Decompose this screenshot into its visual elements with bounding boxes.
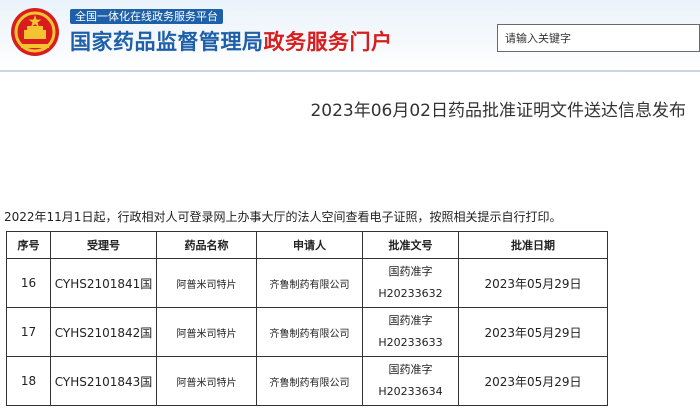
notice-text: 2022年11月1日起，行政相对人可登录网上办事大厅的法人空间查看电子证照，按照… [4,210,562,224]
cell-accept-no: CYHS2101841国 [50,258,157,308]
table-header-row: 序号 受理号 药品名称 申请人 批准文号 批准日期 [6,231,608,259]
cell-no: 17 [6,307,51,357]
page-title: 2023年06月02日药品批准证明文件送达信息发布 [310,101,686,121]
col-header-drug-name: 药品名称 [156,231,257,259]
col-header-approval-no: 批准文号 [362,231,459,259]
cell-drug-name: 阿普米司特片 [156,356,257,406]
table-row: 17 CYHS2101842国 阿普米司特片 齐鲁制药有限公司 国药准字 H20… [6,307,608,357]
cell-accept-no: CYHS2101842国 [50,307,157,357]
cell-applicant: 齐鲁制药有限公司 [256,258,363,308]
search-box [497,24,700,52]
col-header-accept-no: 受理号 [50,231,157,259]
col-header-no: 序号 [6,231,51,259]
platform-tag[interactable]: 全国一体化在线政务服务平台 [70,9,223,24]
site-header: 全国一体化在线政务服务平台 国家药品监督管理局政务服务门户 [0,0,700,70]
table-row: 16 CYHS2101841国 阿普米司特片 齐鲁制药有限公司 国药准字 H20… [6,258,608,308]
col-header-approval-date: 批准日期 [458,231,608,259]
header-divider [0,70,700,72]
cell-approval-no: 国药准字 H20233634 [362,356,459,406]
site-title-portal: 政务服务门户 [263,30,393,54]
cell-no: 16 [6,258,51,308]
approval-no-prefix: 国药准字 [388,363,433,376]
cell-drug-name: 阿普米司特片 [156,258,257,308]
approval-no-code: H20233634 [378,385,443,398]
cell-approval-date: 2023年05月29日 [458,307,608,357]
cell-applicant: 齐鲁制药有限公司 [256,307,363,357]
site-title-main: 国家药品监督管理局 [70,30,264,54]
cell-approval-date: 2023年05月29日 [458,258,608,308]
cell-applicant: 齐鲁制药有限公司 [256,356,363,406]
cell-approval-no: 国药准字 H20233633 [362,307,459,357]
search-input[interactable] [498,25,695,51]
approval-no-code: H20233633 [378,336,443,349]
cell-no: 18 [6,356,51,406]
table-row: 18 CYHS2101843国 阿普米司特片 齐鲁制药有限公司 国药准字 H20… [6,356,608,406]
approval-no-prefix: 国药准字 [388,314,433,327]
approval-no-prefix: 国药准字 [388,265,433,278]
cell-accept-no: CYHS2101843国 [50,356,157,406]
approval-table: 序号 受理号 药品名称 申请人 批准文号 批准日期 16 CYHS2101841… [6,231,608,406]
cell-approval-no: 国药准字 H20233632 [362,258,459,308]
cell-drug-name: 阿普米司特片 [156,307,257,357]
col-header-applicant: 申请人 [256,231,363,259]
cell-approval-date: 2023年05月29日 [458,356,608,406]
national-emblem-icon [11,8,59,56]
site-title[interactable]: 国家药品监督管理局政务服务门户 [70,27,393,57]
approval-no-code: H20233632 [378,287,443,300]
